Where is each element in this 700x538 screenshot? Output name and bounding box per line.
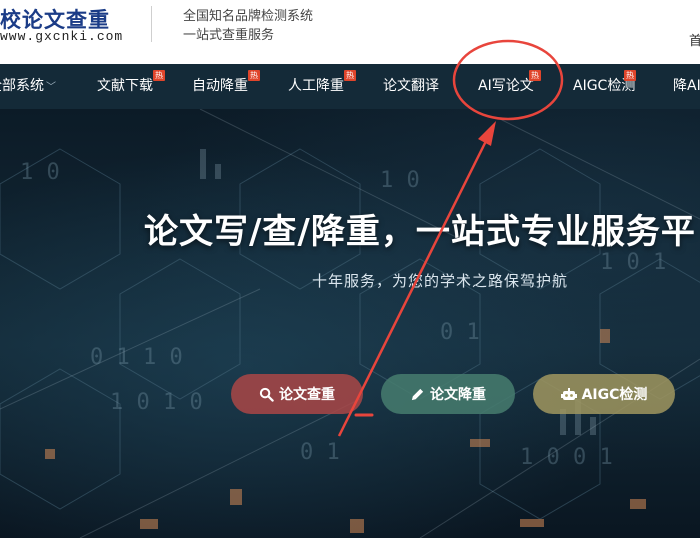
- header-divider: [151, 6, 152, 42]
- main-nav: 全部系统﹀ 文献下载 热 自动降重 热 人工降重 热 论文翻译 AI写论文 热 …: [0, 64, 700, 109]
- robot-icon: [560, 387, 577, 402]
- svg-text:0 1 1 0: 0 1 1 0: [90, 345, 183, 370]
- svg-text:0 1: 0 1: [300, 440, 340, 465]
- svg-text:1 0: 1 0: [20, 160, 60, 185]
- nav-item-label: 降AI: [673, 78, 700, 94]
- hero-subtitle: 十年服务，为您的学术之路保驾护航: [312, 272, 569, 290]
- hot-badge: 热: [248, 70, 260, 81]
- nav-item-translation[interactable]: 论文翻译: [383, 64, 439, 109]
- nav-item-label: 自动降重: [192, 78, 248, 94]
- svg-text:1 0 0 1: 1 0 0 1: [520, 445, 613, 470]
- hero-background-pattern: 1 0 1 0 1 0 1 0 1 1 0 1 0 1 0 0 1 1 0 0 …: [0, 109, 700, 538]
- aigc-detect-label: AIGC检测: [581, 387, 648, 403]
- hero-banner: 1 0 1 0 1 0 1 0 1 1 0 1 0 1 0 0 1 1 0 0 …: [0, 109, 700, 538]
- paper-reduce-label: 论文降重: [430, 387, 486, 403]
- nav-item-ai-writing[interactable]: AI写论文: [478, 64, 534, 109]
- nav-item-auto-reduce[interactable]: 自动降重: [192, 64, 248, 109]
- hot-badge: 热: [529, 70, 541, 81]
- svg-text:0 1: 0 1: [440, 320, 480, 345]
- nav-item-manual-reduce[interactable]: 人工降重: [288, 64, 344, 109]
- site-header: 校论文查重 www.gxcnki.com 全国知名品牌检测系统 一站式查重服务 …: [0, 0, 700, 64]
- svg-text:1 0: 1 0: [380, 168, 420, 193]
- nav-item-label: 全部系统: [0, 78, 44, 94]
- hot-badge: 热: [624, 70, 636, 81]
- nav-item-all-systems[interactable]: 全部系统﹀: [0, 64, 56, 109]
- nav-item-literature-download[interactable]: 文献下载: [97, 64, 153, 109]
- hot-badge: 热: [153, 70, 165, 81]
- nav-item-label: 论文翻译: [383, 78, 439, 94]
- header-link-partial[interactable]: 首: [689, 30, 700, 49]
- header-tagline-1: 全国知名品牌检测系统: [183, 9, 314, 24]
- paper-check-button[interactable]: 论文查重: [231, 374, 363, 414]
- nav-item-label: AI写论文: [478, 78, 534, 94]
- paper-reduce-button[interactable]: 论文降重: [381, 374, 515, 414]
- nav-item-label: 文献下载: [97, 78, 153, 94]
- pencil-icon: [410, 387, 425, 402]
- svg-text:1 0 1: 1 0 1: [600, 250, 666, 275]
- header-tagline-2: 一站式查重服务: [183, 28, 275, 43]
- aigc-detect-button[interactable]: AIGC检测: [533, 374, 675, 414]
- hot-badge: 热: [344, 70, 356, 81]
- hero-title: 论文写/查/降重，一站式专业服务平: [144, 212, 696, 252]
- svg-text:1 0 1 0: 1 0 1 0: [110, 390, 203, 415]
- chevron-down-icon: ﹀: [46, 82, 56, 93]
- site-logo-url[interactable]: www.gxcnki.com: [0, 29, 123, 44]
- nav-item-label: 人工降重: [288, 78, 344, 94]
- nav-item-reduce-ai[interactable]: 降AI: [673, 64, 700, 109]
- paper-check-label: 论文查重: [279, 387, 335, 403]
- search-icon: [259, 387, 274, 402]
